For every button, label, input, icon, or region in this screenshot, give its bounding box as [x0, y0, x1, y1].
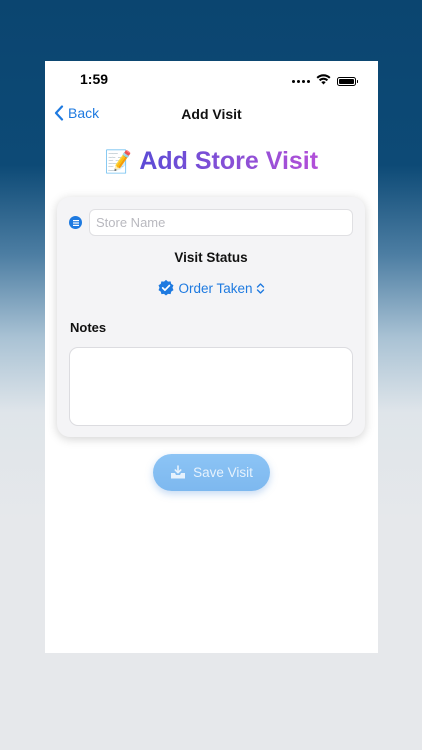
nav-title: Add Visit — [181, 106, 242, 122]
navigation-bar: Back Add Visit — [45, 103, 378, 125]
battery-icon — [337, 76, 358, 86]
store-name-input[interactable] — [89, 209, 353, 236]
save-visit-label: Save Visit — [193, 465, 253, 480]
status-icons — [292, 72, 358, 90]
store-icon — [69, 216, 82, 229]
notes-textarea[interactable] — [69, 347, 353, 426]
page-title: 📝 Add Store Visit — [45, 147, 378, 176]
store-name-row — [69, 209, 353, 236]
memo-icon: 📝 — [104, 148, 133, 174]
visit-status-label: Visit Status — [174, 250, 248, 265]
phone-screen: 1:59 Back Add Visit 📝 Add Store Visit St… — [45, 61, 378, 653]
notes-label: Notes — [70, 320, 107, 335]
visit-status-value: Order Taken — [178, 280, 253, 296]
tray-arrow-down-icon — [171, 465, 186, 479]
status-bar: 1:59 — [45, 61, 378, 97]
page-title-text: Add Store Visit — [139, 147, 319, 175]
visit-status-picker[interactable]: Order Taken — [57, 279, 365, 297]
visit-form-card: Visit Status Order Taken Notes — [57, 197, 365, 437]
chevron-up-down-icon — [256, 282, 264, 294]
cellular-signal-icon — [292, 79, 310, 83]
status-time: 1:59 — [80, 71, 109, 87]
checkmark-seal-icon — [158, 279, 174, 296]
wifi-icon — [316, 72, 331, 90]
save-visit-button[interactable]: Save Visit — [153, 454, 270, 491]
